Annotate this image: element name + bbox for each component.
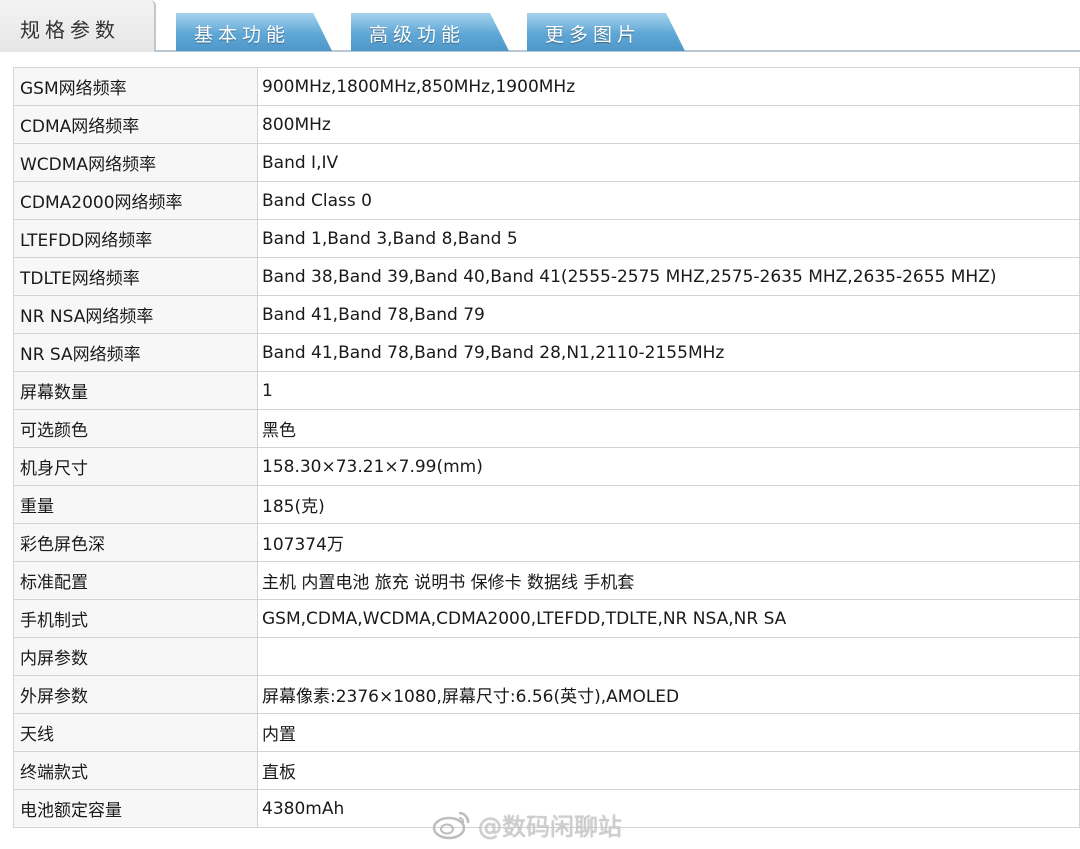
spec-value: [257, 637, 1080, 676]
spec-value: Band 1,Band 3,Band 8,Band 5: [257, 219, 1080, 258]
table-row: WCDMA网络频率 Band I,IV: [13, 143, 1080, 182]
table-row: 可选颜色 黑色: [13, 409, 1080, 448]
spec-value: 直板: [257, 751, 1080, 790]
table-row: TDLTE网络频率 Band 38,Band 39,Band 40,Band 4…: [13, 257, 1080, 296]
spec-page: 规格参数 基本功能 高级功能 更多图片 GSM网络频率 900MHz,1800M…: [0, 0, 1080, 849]
spec-label: 内屏参数: [13, 637, 258, 676]
table-row: 标准配置 主机 内置电池 旅充 说明书 保修卡 数据线 手机套: [13, 561, 1080, 600]
spec-label: NR SA网络频率: [13, 333, 258, 372]
spec-label: NR NSA网络频率: [13, 295, 258, 334]
table-row: 外屏参数 屏幕像素:2376×1080,屏幕尺寸:6.56(英寸),AMOLED: [13, 675, 1080, 714]
table-row: 终端款式 直板: [13, 751, 1080, 790]
tab-more-images-label: 更多图片: [545, 24, 642, 46]
spec-value: 158.30×73.21×7.99(mm): [257, 447, 1080, 486]
spec-label: WCDMA网络频率: [13, 143, 258, 182]
spec-label: 外屏参数: [13, 675, 258, 714]
spec-label: 彩色屏色深: [13, 523, 258, 562]
spec-value: 107374万: [257, 523, 1080, 562]
table-row: GSM网络频率 900MHz,1800MHz,850MHz,1900MHz: [13, 67, 1080, 106]
table-row: NR SA网络频率 Band 41,Band 78,Band 79,Band 2…: [13, 333, 1080, 372]
tab-specs[interactable]: 规格参数: [0, 0, 156, 52]
spec-label: LTEFDD网络频率: [13, 219, 258, 258]
spec-value: Band 41,Band 78,Band 79,Band 28,N1,2110-…: [257, 333, 1080, 372]
tab-more-images[interactable]: 更多图片: [527, 13, 685, 51]
table-row: 屏幕数量 1: [13, 371, 1080, 410]
table-row: 天线 内置: [13, 713, 1080, 752]
spec-value: Band I,IV: [257, 143, 1080, 182]
table-row: 内屏参数: [13, 637, 1080, 676]
spec-value: Band 41,Band 78,Band 79: [257, 295, 1080, 334]
table-row: NR NSA网络频率 Band 41,Band 78,Band 79: [13, 295, 1080, 334]
spec-value: 800MHz: [257, 105, 1080, 144]
tab-specs-label: 规格参数: [20, 18, 120, 42]
tab-basic-features[interactable]: 基本功能: [176, 13, 332, 51]
table-row: CDMA网络频率 800MHz: [13, 105, 1080, 144]
spec-label: GSM网络频率: [13, 67, 258, 106]
spec-value: 185(克): [257, 485, 1080, 524]
spec-value: 主机 内置电池 旅充 说明书 保修卡 数据线 手机套: [257, 561, 1080, 600]
spec-label: 标准配置: [13, 561, 258, 600]
spec-label: CDMA网络频率: [13, 105, 258, 144]
table-row: CDMA2000网络频率 Band Class 0: [13, 181, 1080, 220]
spec-value: Band 38,Band 39,Band 40,Band 41(2555-257…: [257, 257, 1080, 296]
spec-value: 内置: [257, 713, 1080, 752]
spec-value: 1: [257, 371, 1080, 410]
tab-advanced-features-label: 高级功能: [369, 24, 466, 46]
spec-value: 4380mAh: [257, 789, 1080, 828]
spec-label: 天线: [13, 713, 258, 752]
spec-value: 900MHz,1800MHz,850MHz,1900MHz: [257, 67, 1080, 106]
spec-label: 电池额定容量: [13, 789, 258, 828]
spec-label: TDLTE网络频率: [13, 257, 258, 296]
spec-label: CDMA2000网络频率: [13, 181, 258, 220]
spec-value: GSM,CDMA,WCDMA,CDMA2000,LTEFDD,TDLTE,NR …: [257, 599, 1080, 638]
spec-value: 屏幕像素:2376×1080,屏幕尺寸:6.56(英寸),AMOLED: [257, 675, 1080, 714]
spec-label: 机身尺寸: [13, 447, 258, 486]
table-row: 机身尺寸 158.30×73.21×7.99(mm): [13, 447, 1080, 486]
spec-value: Band Class 0: [257, 181, 1080, 220]
spec-label: 重量: [13, 485, 258, 524]
table-row: 重量 185(克): [13, 485, 1080, 524]
tab-advanced-features[interactable]: 高级功能: [351, 13, 509, 51]
table-row: 手机制式 GSM,CDMA,WCDMA,CDMA2000,LTEFDD,TDLT…: [13, 599, 1080, 638]
tab-basic-features-label: 基本功能: [194, 24, 291, 46]
table-row: 彩色屏色深 107374万: [13, 523, 1080, 562]
spec-label: 终端款式: [13, 751, 258, 790]
spec-label: 手机制式: [13, 599, 258, 638]
spec-value: 黑色: [257, 409, 1080, 448]
tab-bar: 规格参数 基本功能 高级功能 更多图片: [0, 0, 1080, 52]
spec-label: 屏幕数量: [13, 371, 258, 410]
spec-table: GSM网络频率 900MHz,1800MHz,850MHz,1900MHz CD…: [13, 67, 1080, 828]
table-row: LTEFDD网络频率 Band 1,Band 3,Band 8,Band 5: [13, 219, 1080, 258]
table-row: 电池额定容量 4380mAh: [13, 789, 1080, 828]
spec-label: 可选颜色: [13, 409, 258, 448]
